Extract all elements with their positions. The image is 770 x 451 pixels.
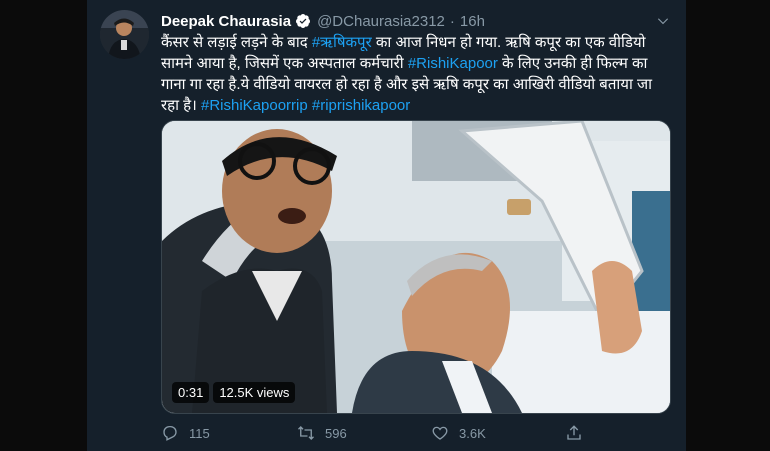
verified-badge-icon [295, 13, 311, 29]
reply-icon [163, 425, 177, 441]
video-badges: 0:31 12.5K views [172, 382, 296, 403]
heart-icon [432, 426, 448, 440]
retweet-button[interactable]: 596 [297, 424, 347, 442]
right-backdrop [686, 0, 770, 451]
chevron-down-icon[interactable] [652, 10, 674, 32]
left-backdrop [0, 0, 87, 451]
hashtag-link[interactable]: #riprishikapoor [312, 97, 410, 114]
author-name[interactable]: Deepak Chaurasia [161, 13, 291, 30]
hashtag-link[interactable]: #RishiKapoor [408, 55, 498, 72]
video-frame [162, 121, 670, 413]
tweet-timestamp[interactable]: 16h [460, 13, 485, 30]
like-count: 3.6K [459, 425, 486, 441]
video-duration: 0:31 [172, 382, 210, 403]
tweet-card[interactable]: Deepak Chaurasia @DChaurasia2312 · 16h क… [87, 0, 686, 451]
video-views: 12.5K views [213, 382, 296, 403]
author-handle[interactable]: @DChaurasia2312 [317, 13, 445, 30]
separator-dot: · [449, 12, 455, 30]
retweet-icon [298, 426, 314, 440]
video-player[interactable]: 0:31 12.5K views [161, 120, 671, 414]
reply-count: 115 [189, 425, 210, 441]
hashtag-link[interactable]: #ऋषिकपूर [312, 34, 372, 51]
like-button[interactable]: 3.6K [431, 424, 486, 442]
share-icon [567, 425, 581, 440]
retweet-count: 596 [325, 425, 347, 441]
avatar[interactable] [100, 10, 149, 59]
tweet-text: कैंसर से लड़ाई लड़ने के बाद #ऋषिकपूर का … [161, 32, 671, 116]
tweet-actions: 115 596 3.6K [161, 422, 671, 444]
reply-button[interactable]: 115 [161, 424, 210, 442]
share-button[interactable] [565, 424, 593, 442]
tweet-text-part: कैंसर से लड़ाई लड़ने के बाद [161, 34, 312, 51]
tweet-header: Deepak Chaurasia @DChaurasia2312 · 16h [161, 10, 674, 32]
hashtag-link[interactable]: #RishiKapoorrip [201, 97, 308, 114]
